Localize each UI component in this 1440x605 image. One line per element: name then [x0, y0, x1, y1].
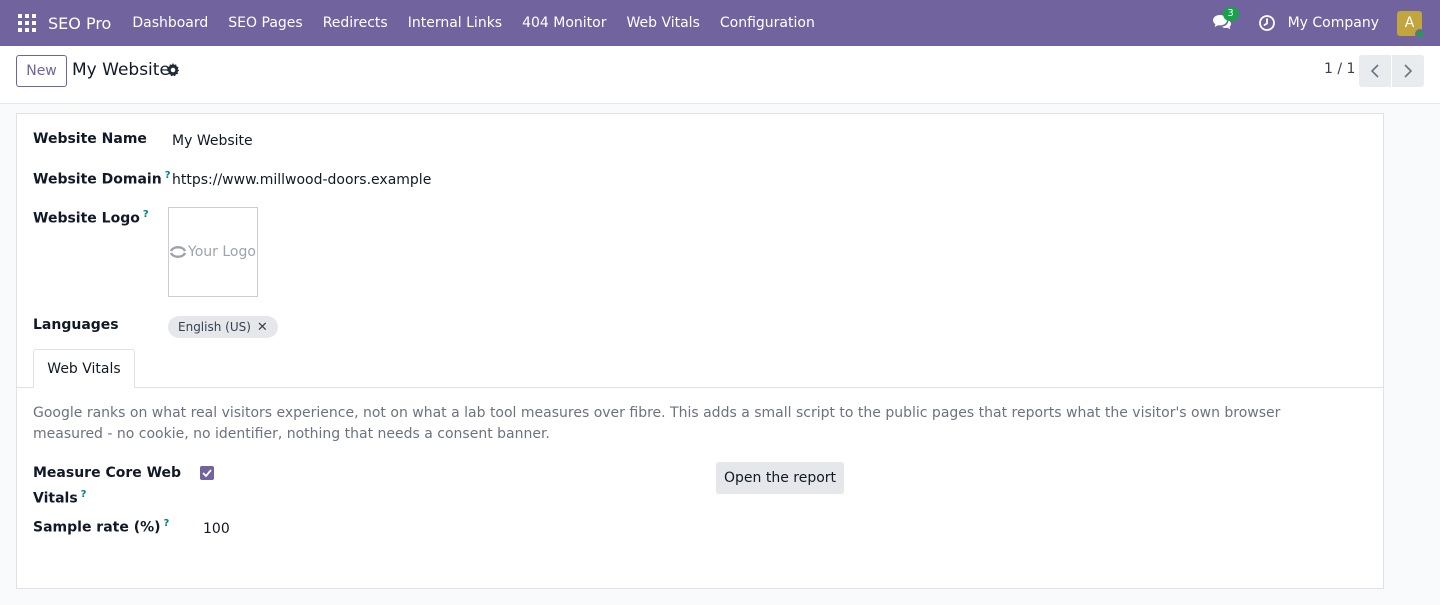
- pager-next-button[interactable]: [1392, 55, 1424, 87]
- app-name[interactable]: SEO Pro: [48, 14, 111, 33]
- pager-value[interactable]: 1 / 1: [1324, 61, 1355, 77]
- menu-item-404-monitor[interactable]: 404 Monitor: [512, 15, 616, 31]
- avatar-letter: A: [1404, 14, 1415, 31]
- chat-count-badge: 3: [1222, 7, 1239, 21]
- user-avatar[interactable]: A: [1397, 10, 1425, 39]
- menu-item-redirects[interactable]: Redirects: [313, 15, 398, 31]
- pager-previous-button[interactable]: [1359, 55, 1391, 87]
- help-tooltip-icon[interactable]: ?: [143, 209, 149, 220]
- sample-rate-label: Sample rate (%)?: [33, 518, 170, 536]
- clock-icon: [1258, 15, 1275, 31]
- checkmark-icon: [202, 469, 212, 477]
- help-tooltip-icon[interactable]: ?: [81, 489, 87, 500]
- menu-item-configuration[interactable]: Configuration: [710, 15, 825, 31]
- website-domain-label: Website Domain?: [33, 170, 171, 188]
- gear-icon[interactable]: [166, 63, 180, 77]
- website-name-label: Website Name: [33, 131, 147, 147]
- menu-item-seo-pages[interactable]: SEO Pages: [218, 15, 312, 31]
- language-tag-label: English (US): [178, 320, 251, 334]
- website-name-field[interactable]: My Website: [172, 133, 253, 149]
- menu-item-web-vitals[interactable]: Web Vitals: [616, 15, 709, 31]
- activity-button[interactable]: [1258, 14, 1276, 32]
- menu-item-internal-links[interactable]: Internal Links: [398, 15, 512, 31]
- control-panel: New My Website 1 / 1: [0, 46, 1440, 104]
- apps-grid-icon[interactable]: [18, 14, 36, 32]
- tabs-divider: [17, 387, 1383, 388]
- top-navbar: SEO Pro Dashboard SEO Pages Redirects In…: [0, 0, 1440, 46]
- tab-web-vitals[interactable]: Web Vitals: [33, 349, 135, 388]
- help-tooltip-icon[interactable]: ?: [164, 518, 170, 529]
- new-button[interactable]: New: [16, 55, 67, 87]
- online-status-dot: [1415, 28, 1425, 39]
- company-switcher[interactable]: My Company: [1288, 15, 1379, 31]
- chevron-right-icon: [1404, 64, 1413, 78]
- logo-swirl-icon: [170, 246, 187, 258]
- language-tag: English (US) ✕: [168, 316, 278, 338]
- website-domain-field[interactable]: https://www.millwood-doors.example: [172, 172, 431, 188]
- chevron-left-icon: [1370, 64, 1379, 78]
- measure-core-web-vitals-checkbox[interactable]: [200, 466, 214, 480]
- languages-label: Languages: [33, 317, 119, 333]
- website-logo-label: Website Logo?: [33, 209, 149, 227]
- open-report-button[interactable]: Open the report: [716, 462, 844, 494]
- sample-rate-field[interactable]: 100: [203, 521, 230, 537]
- measure-core-web-vitals-label: Measure Core Web Vitals?: [33, 465, 182, 507]
- remove-tag-icon[interactable]: ✕: [257, 320, 268, 335]
- form-sheet: Website Name My Website Website Domain? …: [16, 113, 1384, 589]
- breadcrumb-record-title: My Website: [72, 60, 170, 80]
- tab-description: Google ranks on what real visitors exper…: [33, 405, 1281, 442]
- navbar-systray: 3 My Company A: [1212, 0, 1440, 46]
- logo-placeholder-text: Your Logo: [188, 244, 256, 260]
- messaging-button[interactable]: 3: [1212, 7, 1239, 33]
- help-tooltip-icon[interactable]: ?: [165, 170, 171, 181]
- website-logo-image[interactable]: Your Logo: [168, 207, 258, 297]
- menu-item-dashboard[interactable]: Dashboard: [122, 15, 218, 31]
